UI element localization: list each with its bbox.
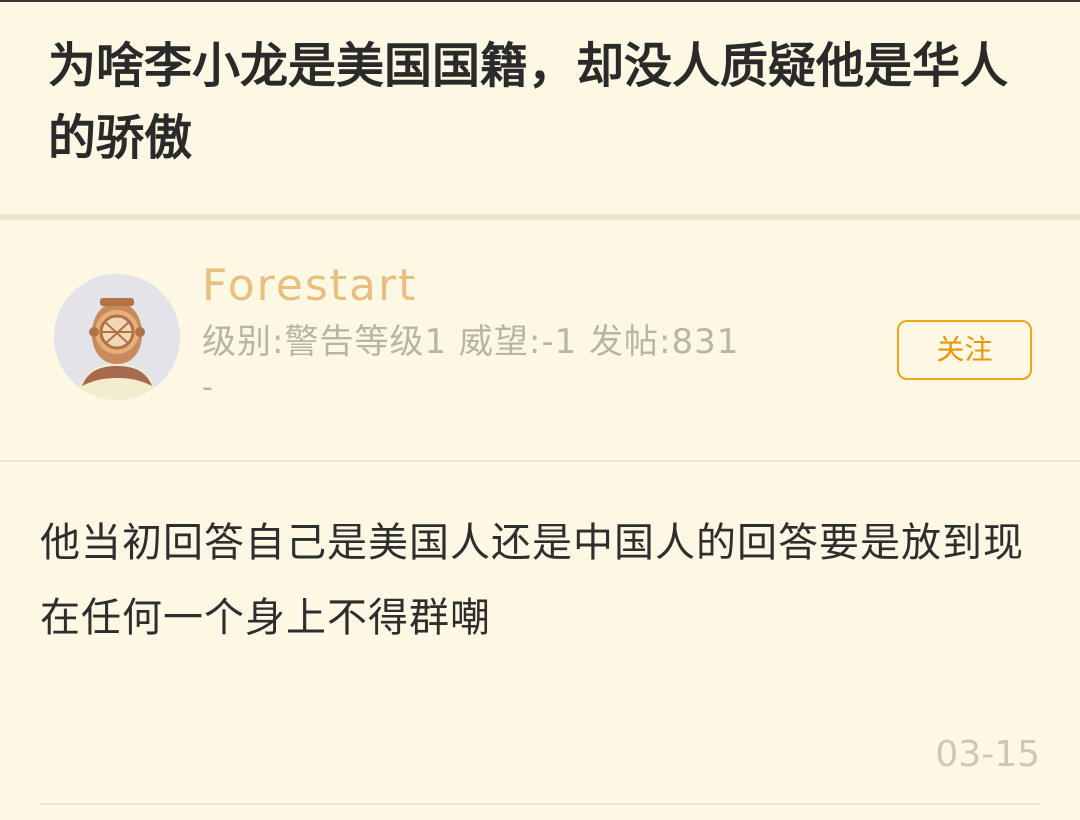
top-border [0, 0, 1080, 2]
author-card: Forestart 级别:警告等级1 威望:-1 发帖:831 - 关注 [0, 220, 1080, 460]
diving-helmet-icon [54, 274, 180, 400]
author-signature: - [202, 370, 213, 405]
avatar[interactable] [54, 274, 180, 400]
follow-button[interactable]: 关注 [897, 320, 1032, 380]
reply-bottom-divider [40, 803, 1040, 805]
reply-content: 他当初回答自己是美国人还是中国人的回答要是放到现在任何一个身上不得群嘲 [40, 520, 1024, 641]
author-name[interactable]: Forestart [202, 260, 417, 311]
content-divider [0, 460, 1080, 462]
author-meta: 级别:警告等级1 威望:-1 发帖:831 [202, 322, 740, 362]
reply-date: 03-15 [935, 734, 1040, 775]
post-title: 为啥李小龙是美国国籍，却没人质疑他是华人的骄傲 [48, 38, 1009, 166]
